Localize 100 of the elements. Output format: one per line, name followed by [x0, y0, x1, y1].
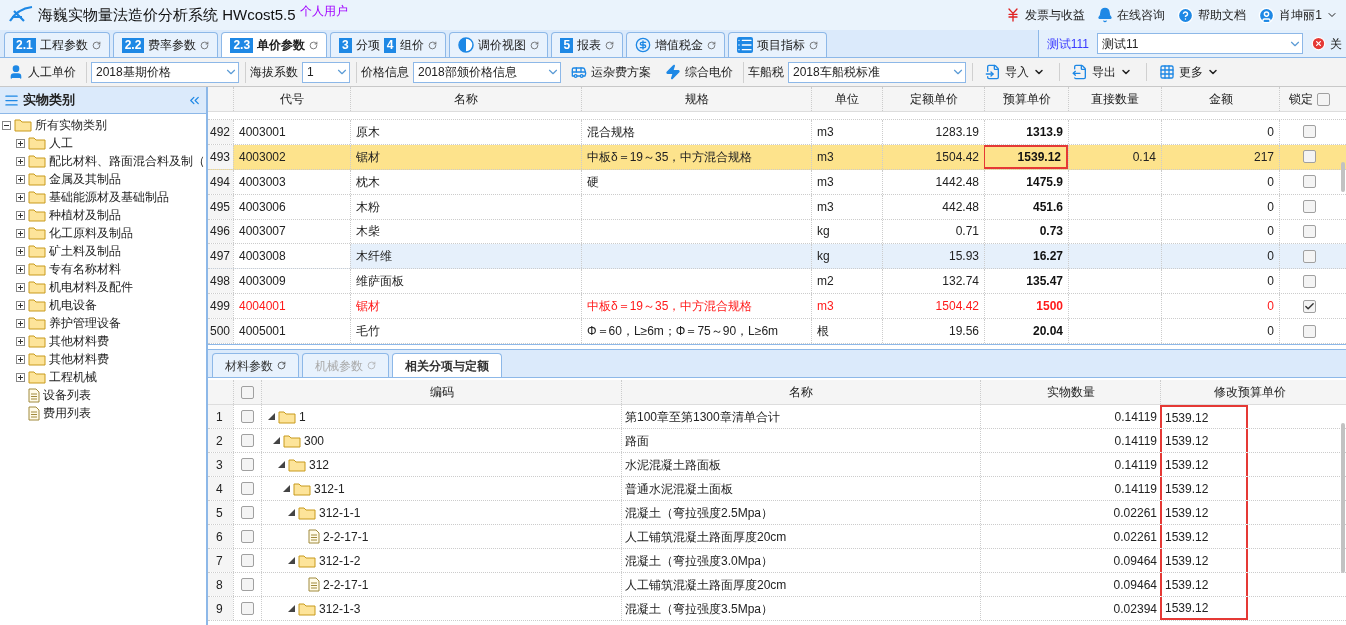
checkbox[interactable] [1302, 249, 1316, 263]
tree-item[interactable]: 机电设备 [49, 296, 97, 314]
column-header[interactable]: 锁定 [1279, 87, 1338, 111]
toolbar-button[interactable]: 更多 [1146, 63, 1227, 81]
table-row[interactable]: 8 2-2-17-1 人工铺筑混凝土路面厚度20cm 0.09464 1539.12 [208, 573, 1346, 597]
expanded-arrow-icon[interactable] [288, 605, 295, 612]
expand-toggle[interactable] [16, 228, 25, 238]
tree-item[interactable]: 所有实物类别 [35, 116, 107, 134]
select-field[interactable]: 2018车船税标准 [788, 61, 966, 83]
expanded-arrow-icon[interactable] [283, 485, 290, 492]
checkbox[interactable] [241, 506, 254, 519]
table-row[interactable]: 500 4005001 毛竹 Φ＝60，L≥6m；Φ＝75～90，L≥6m 根 19.56 20.04 0 [208, 319, 1346, 344]
expanded-arrow-icon[interactable] [278, 461, 285, 468]
table-row[interactable]: 495 4003006 木粉 m3 442.48 451.6 0 [208, 194, 1346, 220]
expand-toggle[interactable] [16, 354, 25, 364]
tab[interactable]: 调价视图 [449, 32, 549, 57]
checkbox[interactable] [1302, 200, 1316, 214]
checkbox[interactable] [1302, 324, 1316, 338]
column-header[interactable]: 代号 [233, 87, 350, 111]
checkbox[interactable] [241, 410, 254, 423]
tree-item[interactable]: 金属及其制品 [49, 170, 121, 188]
checkbox[interactable] [241, 458, 254, 471]
checkbox[interactable] [241, 602, 254, 615]
toolbar-button[interactable]: 导出 [1059, 63, 1140, 81]
column-header[interactable]: 实物数量 [980, 380, 1160, 404]
checkbox[interactable] [1302, 299, 1316, 313]
header-link[interactable]: 在线咨询 [1097, 6, 1166, 24]
expand-toggle[interactable] [16, 174, 25, 184]
scrollbar[interactable] [1341, 423, 1345, 573]
table-row[interactable]: 7 312-1-2 混凝土（弯拉强度3.0Mpa） 0.09464 1539.12 [208, 549, 1346, 573]
toolbar-button[interactable]: 人工单价 [4, 63, 80, 81]
table-row[interactable]: 493 4003002 锯材 中板δ＝19～35，中方混合规格 m3 1504.42 1539.12 0.14 217 [208, 144, 1346, 170]
expand-toggle[interactable] [16, 156, 25, 166]
header-link[interactable]: 肖坤丽1 [1258, 6, 1338, 24]
checkbox[interactable] [241, 530, 254, 543]
column-header[interactable]: 预算单价 [984, 87, 1068, 111]
table-row[interactable]: 1 1 第100章至第1300章清单合计 0.14119 1539.12 [208, 405, 1346, 429]
table-row[interactable]: 4 312-1 普通水泥混凝土面板 0.14119 1539.12 [208, 477, 1346, 501]
column-header[interactable]: 名称 [621, 380, 980, 404]
tab[interactable]: 2.2 费率参数 [112, 32, 219, 57]
checkbox[interactable] [1302, 175, 1316, 189]
checkbox[interactable] [241, 434, 254, 447]
checkbox[interactable] [1302, 274, 1316, 288]
expanded-arrow-icon[interactable] [288, 557, 295, 564]
table-row[interactable]: 9 312-1-3 混凝土（弯拉强度3.5Mpa） 0.02394 1539.12 [208, 597, 1346, 621]
expand-toggle[interactable] [16, 318, 25, 328]
checkbox[interactable] [241, 578, 254, 591]
header-link[interactable]: 帮助文档 [1177, 6, 1247, 24]
checkbox[interactable] [241, 385, 254, 399]
expand-toggle[interactable] [16, 246, 25, 256]
select-field[interactable]: 2018部颁价格信息 [413, 61, 561, 83]
table-row[interactable]: 6 2-2-17-1 人工铺筑混凝土路面厚度20cm 0.02261 1539.12 [208, 525, 1346, 549]
tree-item[interactable]: 设备列表 [43, 386, 91, 404]
expanded-arrow-icon[interactable] [268, 413, 275, 420]
tree-item[interactable]: 工程机械 [49, 368, 97, 386]
tree-item[interactable]: 人工 [49, 134, 73, 152]
checkbox[interactable] [1302, 224, 1316, 238]
select-field[interactable]: 2018基期价格 [91, 61, 239, 83]
tab[interactable]: 材料参数 [212, 353, 299, 377]
tab[interactable]: 5 报表 [551, 32, 624, 57]
toolbar-button[interactable]: 运杂费方案 [567, 63, 655, 81]
tab[interactable]: 增值税金 [626, 32, 726, 57]
tree-item[interactable]: 机电材料及配件 [49, 278, 133, 296]
tab[interactable]: 项目指标 [728, 32, 828, 57]
table-row[interactable]: 3 312 水泥混凝土路面板 0.14119 1539.12 [208, 453, 1346, 477]
expand-toggle[interactable] [16, 372, 25, 382]
table-row[interactable]: 499 4004001 锯材 中板δ＝19～35，中方混合规格 m3 1504.42 1500 0 [208, 294, 1346, 320]
tree-item[interactable]: 其他材料费 [49, 350, 109, 368]
tab[interactable]: 3 分项 4 组价 [330, 32, 447, 57]
tab[interactable]: 2.1 工程参数 [4, 32, 110, 57]
tree-item[interactable]: 配比材料、路面混合料及制（ [49, 152, 205, 170]
expand-toggle[interactable] [16, 336, 25, 346]
close-button[interactable]: 关 [1311, 34, 1346, 53]
column-header[interactable]: 修改预算单价 [1160, 380, 1338, 404]
project-select[interactable]: 测试11 [1097, 33, 1303, 54]
select-field[interactable]: 1 [302, 61, 350, 83]
tab[interactable]: 相关分项与定额 [392, 353, 502, 377]
column-header[interactable]: 名称 [350, 87, 581, 111]
tree-item[interactable]: 种植材及制品 [49, 206, 121, 224]
expand-toggle[interactable] [16, 138, 25, 148]
tree-item[interactable]: 养护管理设备 [49, 314, 121, 332]
column-header[interactable]: 定额单价 [882, 87, 984, 111]
column-header[interactable]: 金额 [1161, 87, 1279, 111]
column-header[interactable]: 编码 [261, 380, 621, 404]
toolbar-button[interactable]: 综合电价 [661, 63, 737, 81]
toolbar-button[interactable]: 导入 [972, 63, 1053, 81]
expand-toggle[interactable] [16, 210, 25, 220]
table-row[interactable]: 492 4003001 原木 混合规格 m3 1283.19 1313.9 0 [208, 119, 1346, 145]
tree-item[interactable]: 费用列表 [43, 404, 91, 422]
expanded-arrow-icon[interactable] [273, 437, 280, 444]
scrollbar[interactable] [1341, 162, 1345, 192]
expanded-arrow-icon[interactable] [288, 509, 295, 516]
tree-item[interactable]: 化工原料及制品 [49, 224, 133, 242]
table-row[interactable]: 5 312-1-1 混凝土（弯拉强度2.5Mpa） 0.02261 1539.12 [208, 501, 1346, 525]
tree-item[interactable]: 专有名称材料 [49, 260, 121, 278]
expand-toggle[interactable] [16, 192, 25, 202]
header-link[interactable]: 发票与收益 [1005, 6, 1086, 24]
table-row[interactable]: 494 4003003 枕木 硬 m3 1442.48 1475.9 0 [208, 169, 1346, 195]
expand-toggle[interactable] [16, 300, 25, 310]
column-header[interactable]: 直接数量 [1068, 87, 1161, 111]
